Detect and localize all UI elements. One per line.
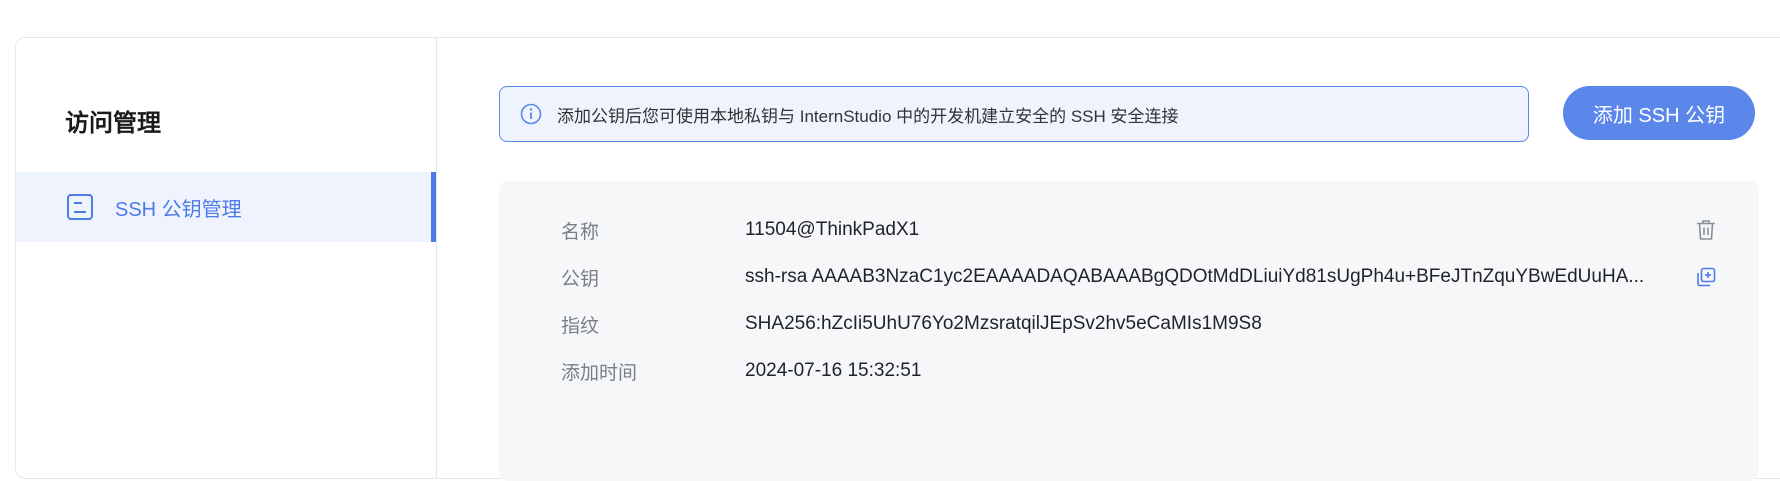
- public-key-row: 公钥 ssh-rsa AAAAB3NzaC1yc2EAAAADAQABAAABg…: [499, 262, 1759, 292]
- fingerprint-label: 指纹: [561, 315, 600, 337]
- added-time-label: 添加时间: [561, 362, 638, 384]
- public-key-value: ssh-rsa AAAAB3NzaC1yc2EAAAADAQABAAABgQDO…: [745, 266, 1645, 287]
- sidebar-item-label: SSH 公钥管理: [115, 198, 242, 221]
- fingerprint-value: SHA256:hZcIi5UhU76Yo2MzsratqilJEpSv2hv5e…: [745, 313, 1262, 334]
- added-time-value: 2024-07-16 15:32:51: [745, 360, 922, 381]
- document-list-icon: [65, 192, 95, 222]
- access-management-card: 访问管理 SSH 公钥管理 添加公钥后您可使用本地私钥与 InternStudi…: [15, 37, 1780, 481]
- active-indicator: [431, 172, 436, 242]
- name-label: 名称: [561, 221, 600, 243]
- copy-icon[interactable]: [1694, 265, 1718, 289]
- alert-text: 添加公钥后您可使用本地私钥与 InternStudio 中的开发机建立安全的 S…: [557, 106, 1179, 126]
- trash-icon[interactable]: [1694, 218, 1718, 242]
- info-circle-icon: [519, 102, 543, 126]
- public-key-label: 公钥: [561, 268, 600, 290]
- added-time-row: 添加时间 2024-07-16 15:32:51: [499, 356, 1759, 386]
- sidebar-title: 访问管理: [65, 110, 161, 137]
- info-alert: 添加公钥后您可使用本地私钥与 InternStudio 中的开发机建立安全的 S…: [499, 86, 1529, 142]
- add-ssh-key-button[interactable]: 添加 SSH 公钥: [1563, 86, 1755, 140]
- sidebar-item-ssh-keys[interactable]: SSH 公钥管理: [16, 172, 436, 242]
- ssh-key-entry: 名称 11504@ThinkPadX1 公钥 ssh-rsa AAAAB3Nza…: [499, 181, 1759, 481]
- key-name-value: 11504@ThinkPadX1: [745, 219, 920, 240]
- key-name-row: 名称 11504@ThinkPadX1: [499, 215, 1759, 245]
- fingerprint-row: 指纹 SHA256:hZcIi5UhU76Yo2MzsratqilJEpSv2h…: [499, 309, 1759, 339]
- sidebar: 访问管理 SSH 公钥管理: [16, 38, 437, 478]
